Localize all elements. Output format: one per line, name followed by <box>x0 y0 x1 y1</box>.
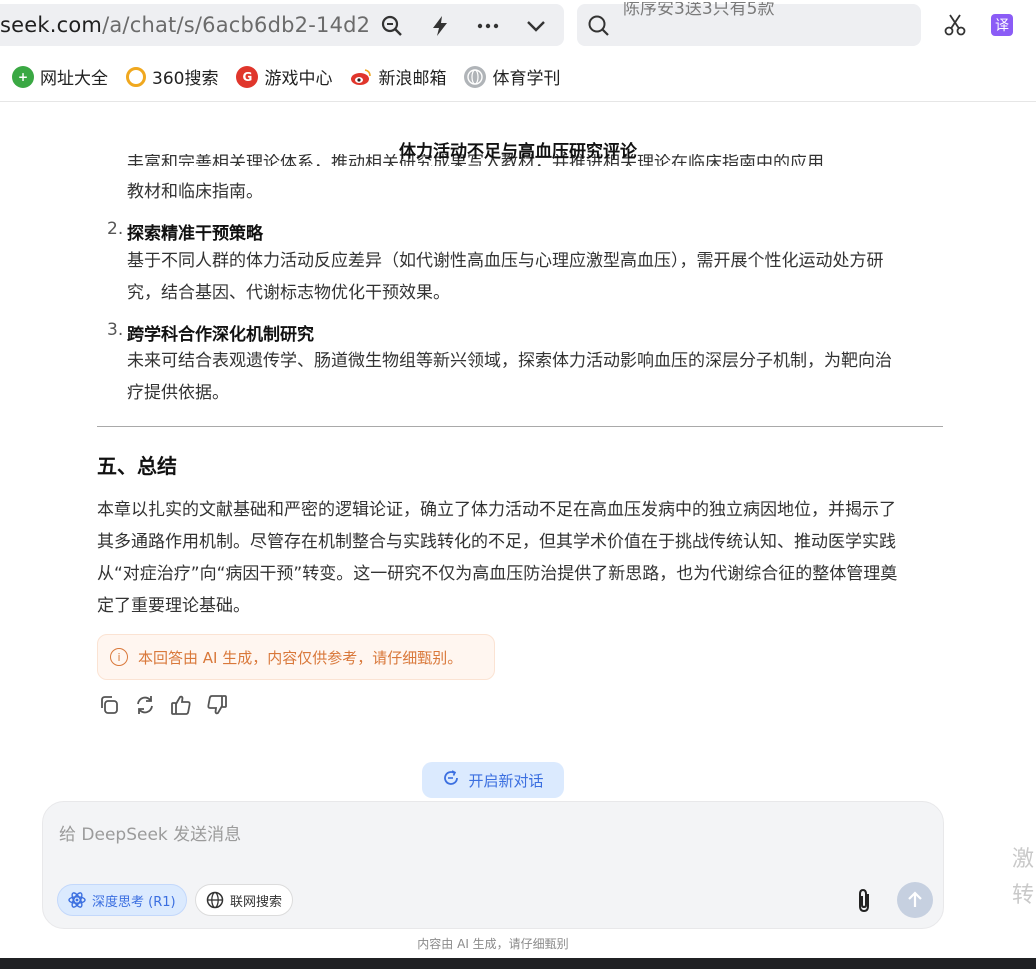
bookmark-label: 360搜索 <box>152 69 219 89</box>
section-heading: 五、总结 <box>97 454 177 478</box>
paperclip-icon[interactable] <box>853 888 877 918</box>
message-composer[interactable]: 给 DeepSeek 发送消息 深度思考 (R1) 联网搜索 <box>42 801 944 929</box>
search-text: 陈序安3送3只有5款 <box>623 2 775 19</box>
more-icon[interactable] <box>476 14 500 38</box>
arrow-up-icon <box>908 891 922 907</box>
list-number: 3. <box>107 320 124 340</box>
send-button[interactable] <box>897 882 933 918</box>
thumbs-down-icon[interactable] <box>205 693 229 717</box>
url-host: seek.com <box>0 13 103 37</box>
list-item-text: 基于不同人群的体力活动反应差异（如代谢性高血压与心理应激型高血压），需开展个性化… <box>127 251 884 271</box>
previous-item-tail: 教材和临床指南。 <box>127 182 263 202</box>
message-input[interactable]: 给 DeepSeek 发送消息 <box>59 820 241 845</box>
summary-line: 其多通路作用机制。尽管存在机制整合与实践转化的不足，但其学术价值在于挑战传统认知… <box>97 532 896 552</box>
section-divider <box>97 426 943 427</box>
bookmark-item[interactable]: 新浪邮箱 <box>350 64 446 89</box>
plus-globe-icon: + <box>12 65 34 88</box>
bookmark-item[interactable]: G 游戏中心 <box>236 64 332 89</box>
summary-line: 定了重要理论基础。 <box>97 596 250 616</box>
summary-line: 本章以扎实的文献基础和严密的逻辑论证，确立了体力活动不足在高血压发病中的独立病因… <box>97 500 896 520</box>
bookmark-item[interactable]: 体育学刊 <box>464 64 560 89</box>
new-chat-button[interactable]: 开启新对话 <box>422 762 564 798</box>
zoom-icon[interactable] <box>380 14 404 38</box>
list-number: 2. <box>107 219 124 239</box>
weibo-icon <box>350 65 373 88</box>
web-search-label: 联网搜索 <box>230 894 283 910</box>
url-path: /a/chat/s/6acb6db2-14d2-4 <box>102 13 370 37</box>
list-item-text: 疗提供依据。 <box>127 383 229 403</box>
list-item-text: 未来可结合表观遗传学、肠道微生物组等新兴领域，探索体力活动影响血压的深层分子机制… <box>127 351 892 371</box>
new-chat-icon <box>442 769 460 791</box>
side-overlay-text: 转 <box>1012 883 1035 908</box>
globe-icon <box>464 65 487 88</box>
360-search-icon <box>126 66 146 87</box>
chevron-down-icon[interactable] <box>524 14 548 38</box>
side-overlay-text: 激 <box>1012 847 1035 872</box>
bookmark-label: 体育学刊 <box>492 69 561 89</box>
deep-think-toggle[interactable]: 深度思考 (R1) <box>57 884 187 916</box>
bookmark-item[interactable]: + 网址大全 <box>12 64 108 89</box>
message-actions <box>97 693 241 717</box>
game-center-icon: G <box>236 65 259 88</box>
browser-search-bar[interactable]: 陈序安3送3只有5款 <box>577 2 921 46</box>
bookmark-item[interactable]: 360搜索 <box>126 64 218 89</box>
regenerate-icon[interactable] <box>133 693 157 717</box>
bookmark-label: 新浪邮箱 <box>378 69 447 89</box>
ai-disclaimer-notice: i 本回答由 AI 生成，内容仅供参考，请仔细甄别。 <box>97 634 495 680</box>
page-title: 体力活动不足与高血压研究评论 <box>399 142 637 162</box>
new-chat-label: 开启新对话 <box>468 771 544 790</box>
address-bar[interactable]: seek.com/a/chat/s/6acb6db2-14d2-4 <box>0 4 564 46</box>
atom-icon <box>68 891 86 909</box>
search-icon <box>587 14 611 42</box>
bookmark-label: 网址大全 <box>40 69 108 89</box>
info-icon: i <box>110 648 128 666</box>
scissors-icon[interactable] <box>943 13 967 37</box>
lightning-icon[interactable] <box>428 14 452 38</box>
list-item-heading: 探索精准干预策略 <box>127 224 263 244</box>
list-item-heading: 跨学科合作深化机制研究 <box>127 325 314 345</box>
ai-disclaimer-text: 本回答由 AI 生成，内容仅供参考，请仔细甄别。 <box>138 648 463 667</box>
browser-toolbar: seek.com/a/chat/s/6acb6db2-14d2-4 陈序安3送3… <box>0 0 1036 52</box>
footer-disclaimer: 内容由 AI 生成，请仔细甄别 <box>417 937 569 951</box>
url-text[interactable]: seek.com/a/chat/s/6acb6db2-14d2-4 <box>0 13 370 37</box>
deep-think-label: 深度思考 (R1) <box>92 894 176 910</box>
taskbar-strip <box>0 958 1036 969</box>
web-search-toggle[interactable]: 联网搜索 <box>195 884 294 916</box>
translate-button[interactable]: 译 <box>991 14 1013 36</box>
globe-icon <box>206 891 224 909</box>
bookmarks-bar: + 网址大全 360搜索 G 游戏中心 新浪邮箱 体育学刊 <box>0 52 1036 102</box>
list-item-text: 究，结合基因、代谢标志物优化干预效果。 <box>127 283 450 303</box>
copy-icon[interactable] <box>97 693 121 717</box>
bookmark-label: 游戏中心 <box>264 69 333 89</box>
summary-line: 从“对症治疗”向“病因干预”转变。这一研究不仅为高血压防治提供了新思路，也为代谢… <box>97 564 898 584</box>
thumbs-up-icon[interactable] <box>169 693 193 717</box>
